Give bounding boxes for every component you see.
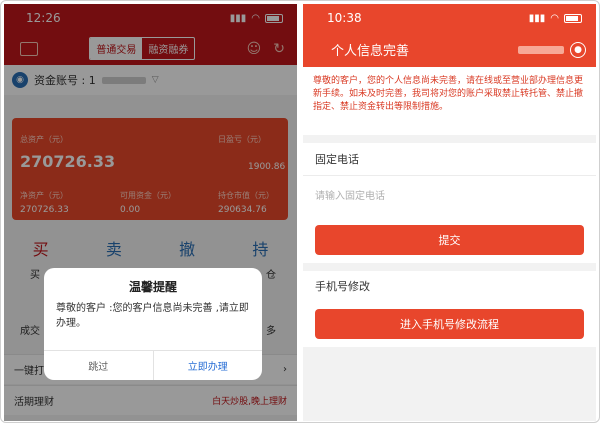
dialog-title: 温馨提醒 [128,280,177,294]
right-status-time: 10:38 [327,11,362,25]
right-phone-screen: 10:38 ▮▮▮ ◠ 个人信息完善 ● 尊敬的客户，您的个人信息尚未完善，请在… [303,4,596,421]
signal-icon: ▮▮▮ [528,12,546,24]
right-status-bar: 10:38 ▮▮▮ ◠ [303,4,596,32]
landline-section: 固定电话 请输入固定电话 [303,143,596,213]
dialog-message: 尊敬的客户 :您的客户信息尚未完善 ,请立即办理。 [56,303,249,329]
handle-now-button[interactable]: 立即办理 [154,351,263,380]
page-title: 个人信息完善 [331,44,410,59]
mobile-change-label: 手机号修改 [303,271,596,301]
landline-label: 固定电话 [315,153,359,166]
battery-icon [564,13,582,23]
landline-input[interactable]: 请输入固定电话 [303,175,596,213]
screenshot-frame: 12:26 ▮▮▮ ◠ 普通交易 融资融券 ☺ ↻ ◉ 资金账号 : 1 ▽ 总… [0,0,600,423]
incomplete-info-notice: 尊敬的客户，您的个人信息尚未完善，请在线或至营业部办理信息更新手续。如未及时完善… [303,67,596,135]
user-icon[interactable]: ● [570,41,586,58]
submit-button[interactable]: 提交 [315,225,584,255]
right-nav-bar: 个人信息完善 ● [303,32,596,67]
wifi-icon: ◠ [550,12,559,24]
skip-button[interactable]: 跳过 [44,351,154,380]
reminder-dialog: 温馨提醒 尊敬的客户 :您的客户信息尚未完善 ,请立即办理。 跳过 立即办理 [44,268,262,380]
left-phone-screen: 12:26 ▮▮▮ ◠ 普通交易 融资融券 ☺ ↻ ◉ 资金账号 : 1 ▽ 总… [4,4,297,421]
dialog-buttons: 跳过 立即办理 [44,350,262,380]
mobile-change-button[interactable]: 进入手机号修改流程 [315,309,584,339]
masked-username [518,45,564,54]
